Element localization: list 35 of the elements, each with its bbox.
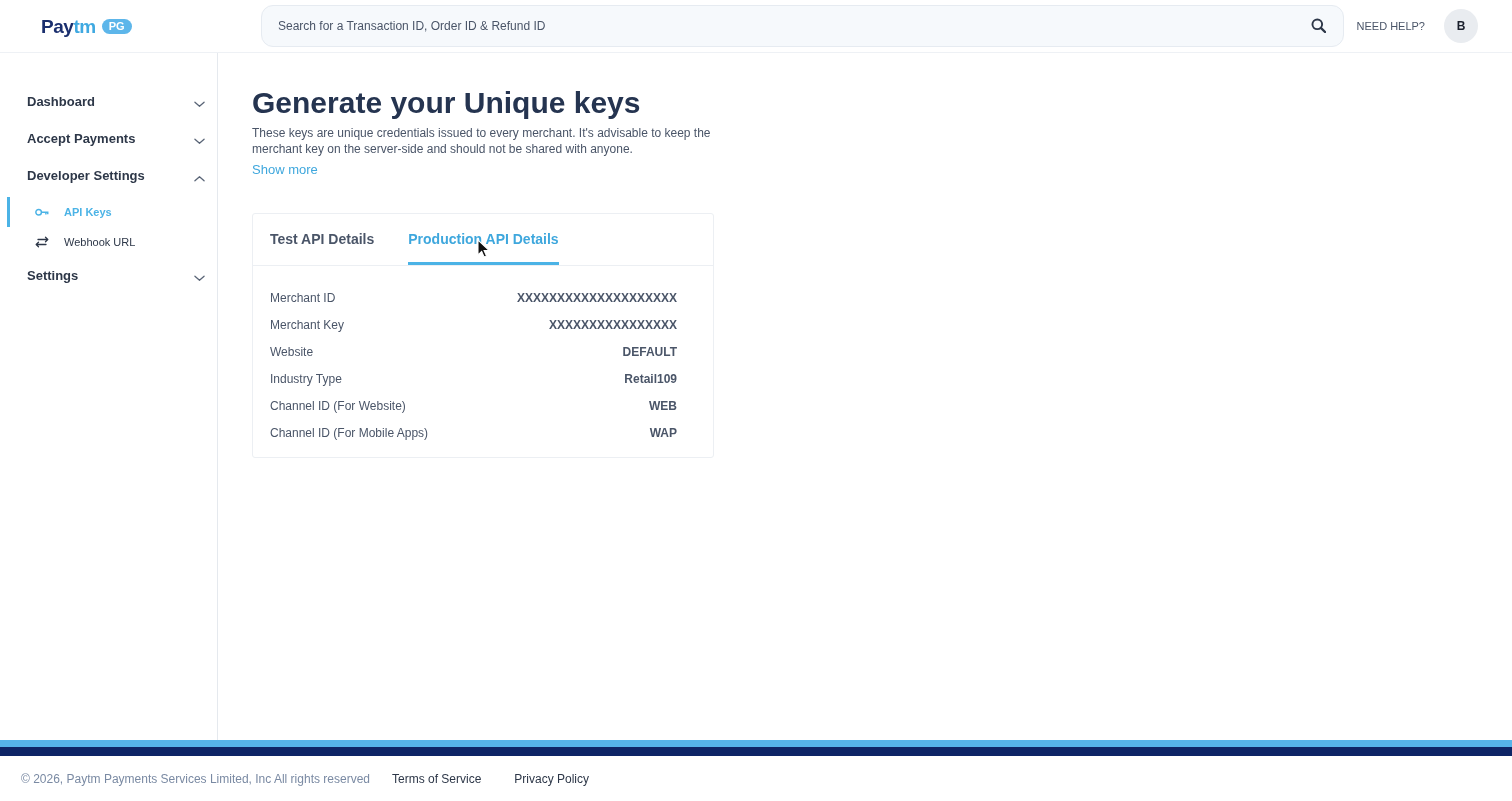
sidebar-menu-item[interactable]: Accept Payments — [0, 120, 217, 157]
chevron-down-icon — [194, 137, 205, 145]
field-value: WAP — [649, 424, 677, 442]
field-label: Channel ID (For Website) — [270, 397, 406, 415]
key-icon — [35, 208, 49, 216]
logo-badge: PG — [101, 18, 132, 34]
chevron-down-icon — [194, 274, 205, 282]
field-value: WEB — [649, 397, 677, 415]
sidebar-menu-item[interactable]: Dashboard — [0, 83, 217, 120]
copyright-text: © 2026, Paytm Payments Services Limited, Inc All rights reserved — [21, 770, 370, 788]
chevron-down-icon — [194, 100, 205, 108]
field-label: Merchant ID — [270, 289, 336, 307]
page-description: These keys are unique credentials issued to every merchant. It's advisable to keep the merchant key on the server-side and should not be shared with anyone. — [252, 125, 712, 157]
field-label: Channel ID (For Mobile Apps) — [270, 424, 429, 442]
field-label: Industry Type — [270, 370, 342, 388]
swap-arrows-icon — [35, 236, 49, 248]
sidebar-submenu-item[interactable]: Webhook URL — [7, 227, 217, 257]
page-title: Generate your Unique keys — [252, 85, 641, 121]
footer-link[interactable]: Privacy Policy — [514, 769, 590, 788]
user-avatar[interactable]: B — [1444, 9, 1478, 43]
logo-wordmark: Paytm — [41, 16, 96, 36]
sidebar-menu-item[interactable]: Developer Settings — [0, 157, 217, 194]
search-icon — [1310, 18, 1326, 33]
chevron-up-icon — [194, 174, 205, 182]
sidebar-menu-item[interactable]: Settings — [0, 257, 217, 294]
field-value: Retail109 — [624, 370, 677, 388]
footer-link[interactable]: Terms of Service — [392, 769, 482, 788]
field-value: XXXXXXXXXXXXXXXXXXXX — [516, 289, 677, 307]
help-link[interactable]: NEED HELP? — [1356, 17, 1425, 35]
field-value: XXXXXXXXXXXXXXXX — [548, 316, 677, 334]
field-label: Website — [270, 343, 314, 361]
field-value: DEFAULT — [622, 343, 677, 361]
search-field[interactable]: Search for a Transaction ID, Order ID & Refund ID — [261, 5, 1344, 47]
details-tab[interactable]: Test API Details — [270, 214, 375, 265]
field-label: Merchant Key — [270, 316, 345, 334]
